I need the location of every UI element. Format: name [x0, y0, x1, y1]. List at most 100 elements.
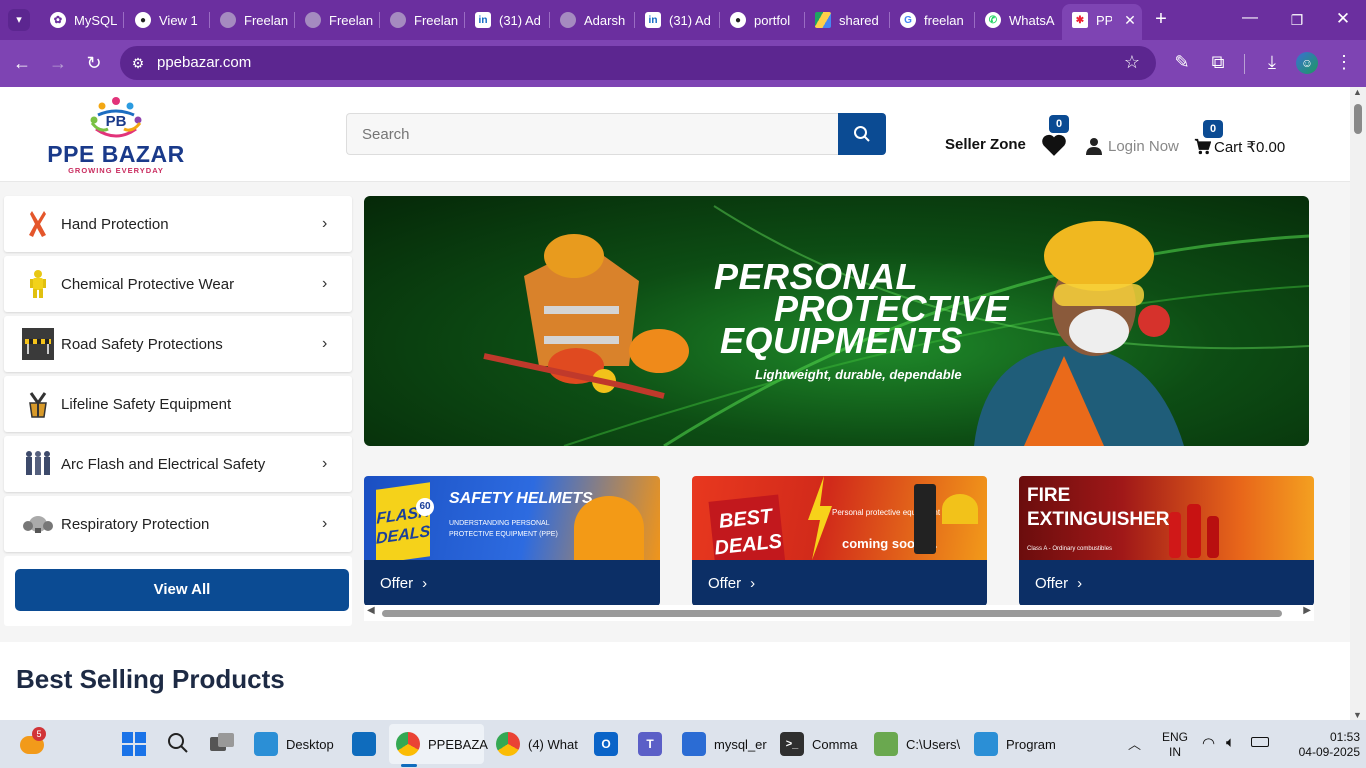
globe-icon: [220, 12, 236, 28]
program-icon: [974, 732, 998, 756]
show-hidden-icons-chevron-icon[interactable]: ︿: [1128, 734, 1141, 753]
windows-start-icon[interactable]: [122, 732, 146, 756]
offer-card-helmets[interactable]: FLASH DEALS 60 SAFETY HELMETS UNDERSTAND…: [364, 476, 660, 606]
login-button[interactable]: Login Now: [1086, 136, 1179, 156]
tab-whatsapp[interactable]: ✆ WhatsA: [975, 6, 1059, 34]
hero-banner[interactable]: PERSONAL PROTECTIVE EQUIPMENTS Lightweig…: [364, 196, 1309, 446]
browser-menu-icon[interactable]: ⋮: [1332, 52, 1356, 72]
tab-close-icon[interactable]: ✕: [1118, 10, 1142, 30]
search-button[interactable]: [838, 113, 886, 155]
task-view-icon[interactable]: [210, 733, 236, 755]
taskbar-item-users-folder[interactable]: C:\Users\: [874, 730, 960, 758]
category-label: Road Safety Protections: [61, 335, 223, 353]
tab-mysql[interactable]: ✿ MySQL: [40, 6, 120, 34]
category-respiratory-protection[interactable]: Respiratory Protection ›: [4, 496, 352, 552]
outlook-icon[interactable]: O: [594, 732, 618, 756]
seller-zone-link[interactable]: Seller Zone: [945, 136, 1026, 153]
scroll-left-icon[interactable]: ◀: [367, 605, 375, 616]
offer-bar[interactable]: Offer ›: [1019, 560, 1314, 606]
site-logo[interactable]: PB PPE BAZAR GROWING EVERYDAY: [46, 93, 186, 177]
scrollbar-thumb[interactable]: [382, 610, 1282, 617]
offers-scrollbar[interactable]: ◀ ▶: [364, 605, 1314, 621]
cart-button[interactable]: 0 Cart ₹0.00: [1194, 117, 1286, 157]
category-label: Respiratory Protection: [61, 515, 210, 533]
taskbar-item-chrome-ppebazar[interactable]: PPEBAZA: [396, 730, 488, 758]
scroll-up-icon[interactable]: ▲: [1353, 87, 1362, 97]
offer-label: Offer: [1035, 574, 1069, 592]
tab-label: (31) Ad: [669, 12, 711, 28]
category-sidebar: Hand Protection › Chemical Protective We…: [0, 196, 356, 628]
tab-shared-drive[interactable]: shared: [805, 6, 889, 34]
tab-freelancer-1[interactable]: Freelan: [210, 6, 294, 34]
wishlist-button[interactable]: 0: [1038, 115, 1070, 157]
tab-search-chevron-icon[interactable]: ▾: [8, 9, 30, 31]
scroll-right-icon[interactable]: ▶: [1303, 605, 1311, 616]
offer-bar[interactable]: Offer ›: [364, 560, 660, 606]
category-chemical-protective-wear[interactable]: Chemical Protective Wear ›: [4, 256, 352, 312]
profile-avatar[interactable]: ☺: [1296, 52, 1318, 74]
browser-toolbar: ← → ↻ ⚙ ppebazar.com ☆ ✎ ⧉ ⤓ ☺ ⋮: [0, 40, 1366, 87]
search-icon[interactable]: [167, 732, 191, 756]
offer-bar[interactable]: Offer ›: [692, 560, 987, 606]
battery-icon[interactable]: [1251, 737, 1269, 747]
heart-icon: [1042, 134, 1066, 156]
extensions-icon[interactable]: ⧉: [1206, 52, 1230, 72]
tab-google-freelance[interactable]: G freelan: [890, 6, 974, 34]
back-icon[interactable]: ←: [10, 53, 34, 73]
notification-badge: 5: [32, 727, 46, 741]
search-icon: [854, 126, 870, 142]
category-hand-protection[interactable]: Hand Protection ›: [4, 196, 352, 252]
banner-tagline: Lightweight, durable, dependable: [755, 367, 962, 382]
maximize-icon[interactable]: ❐: [1285, 10, 1309, 30]
tab-linkedin-1[interactable]: in (31) Ad: [465, 6, 549, 34]
wifi-icon[interactable]: ◠: [1202, 734, 1215, 752]
cart-label: Cart ₹0.00: [1214, 139, 1286, 156]
extinguisher-icon: [1207, 516, 1219, 558]
search-input[interactable]: [346, 113, 838, 155]
category-road-safety-protections[interactable]: Road Safety Protections ›: [4, 316, 352, 372]
offer-label: Offer: [708, 574, 742, 592]
taskbar-item-command-prompt[interactable]: >_ Comma: [780, 730, 858, 758]
offer-card-fire-extinguisher[interactable]: FIRE EXTINGUISHER Class A - Ordinary com…: [1019, 476, 1314, 606]
new-tab-icon[interactable]: +: [1149, 9, 1173, 29]
tab-view-1[interactable]: ● View 1: [125, 6, 209, 34]
taskbar-label: Comma: [812, 736, 858, 752]
url-text: ppebazar.com: [157, 54, 252, 71]
logo-people-icon: PB: [90, 97, 142, 138]
category-arc-flash-electrical-safety[interactable]: Arc Flash and Electrical Safety ›: [4, 436, 352, 492]
helmet-icon: [574, 496, 644, 560]
taskbar-item-chrome-whatsapp[interactable]: (4) What: [496, 730, 578, 758]
scrollbar-thumb[interactable]: [1354, 104, 1362, 134]
tab-freelancer-3[interactable]: Freelan: [380, 6, 464, 34]
teams-icon[interactable]: T: [638, 732, 662, 756]
download-icon[interactable]: ⤓: [1260, 52, 1284, 72]
pen-icon[interactable]: ✎: [1170, 52, 1194, 72]
tab-freelancer-2[interactable]: Freelan: [295, 6, 379, 34]
volume-icon[interactable]: 🔈︎: [1226, 734, 1235, 751]
tab-ppebazar-active[interactable]: ✱ PP ✕: [1062, 4, 1142, 40]
address-bar[interactable]: ⚙ ppebazar.com ☆: [120, 46, 1156, 80]
offer-card-best-deals[interactable]: BEST DEALS Personal protective equipment…: [692, 476, 987, 606]
bookmark-star-icon[interactable]: ☆: [1120, 52, 1144, 72]
minimize-icon[interactable]: —: [1238, 8, 1262, 28]
tab-linkedin-2[interactable]: in (31) Ad: [635, 6, 719, 34]
window-close-icon[interactable]: ✕: [1331, 9, 1355, 29]
terminal-icon: >_: [780, 732, 804, 756]
tab-label: PP: [1096, 12, 1112, 28]
view-all-button[interactable]: View All: [15, 569, 349, 611]
tab-adarsh[interactable]: Adarsh: [550, 6, 634, 34]
category-lifeline-safety-equipment[interactable]: Lifeline Safety Equipment: [4, 376, 352, 432]
scroll-down-icon[interactable]: ▼: [1353, 710, 1362, 720]
page-scrollbar[interactable]: ▲ ▼: [1350, 87, 1366, 720]
language-indicator[interactable]: ENG IN: [1160, 730, 1190, 760]
tab-portfolio[interactable]: ● portfol: [720, 6, 804, 34]
store-icon[interactable]: [352, 732, 376, 756]
clock[interactable]: 01:53 04-09-2025: [1280, 730, 1360, 760]
weather-widget[interactable]: 5: [18, 727, 46, 758]
taskbar-item-mysql-er[interactable]: mysql_er: [682, 730, 767, 758]
taskbar-item-desktop[interactable]: Desktop: [254, 730, 334, 758]
site-info-icon[interactable]: ⚙: [126, 53, 150, 73]
taskbar-item-program[interactable]: Program: [974, 730, 1056, 758]
reload-icon[interactable]: ↻: [82, 53, 106, 73]
forward-icon[interactable]: →: [46, 53, 70, 73]
